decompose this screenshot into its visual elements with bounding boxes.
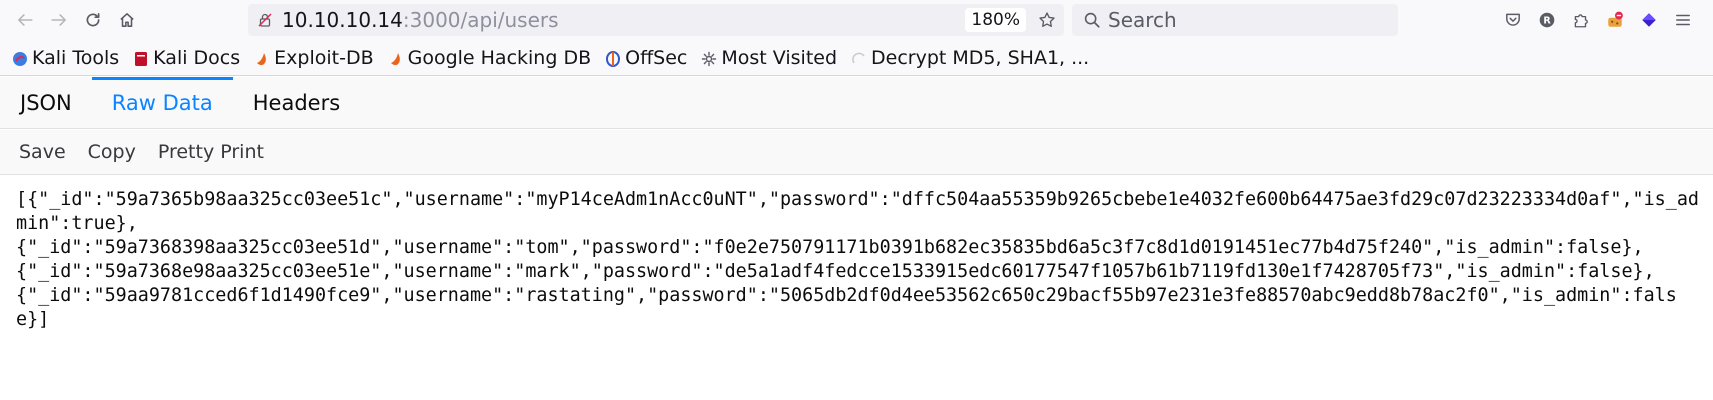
tab-headers[interactable]: Headers [233, 77, 360, 128]
toolbar-extensions: R [1496, 3, 1700, 37]
extensions-button[interactable] [1564, 3, 1598, 37]
bookmark-decrypt-md5[interactable]: Decrypt MD5, SHA1, ... [851, 47, 1089, 69]
reload-button[interactable] [76, 3, 110, 37]
json-viewer-tabs: JSON Raw Data Headers [0, 77, 1713, 129]
search-placeholder: Search [1108, 8, 1177, 32]
account-button[interactable]: R [1530, 3, 1564, 37]
bookmark-kali-docs[interactable]: Kali Docs [133, 47, 240, 69]
reload-icon [86, 12, 100, 27]
home-icon [120, 13, 134, 27]
bookmark-label: Kali Docs [153, 46, 241, 69]
home-button[interactable] [110, 3, 144, 37]
bookmark-exploit-db[interactable]: Exploit-DB [254, 46, 374, 69]
blocked-extension-button[interactable] [1598, 3, 1632, 37]
save-button[interactable]: Save [8, 141, 77, 163]
account-avatar-icon: R [1539, 12, 1555, 28]
extension-diamond-button[interactable] [1632, 3, 1666, 37]
puzzle-icon [1574, 14, 1588, 28]
search-icon [1078, 11, 1106, 29]
forward-button[interactable] [42, 3, 76, 37]
kali-tools-icon [12, 50, 28, 66]
gear-icon [701, 50, 717, 66]
bookmark-most-visited[interactable]: Most Visited [701, 47, 837, 69]
bookmark-offsec[interactable]: OffSec [605, 47, 687, 69]
app-menu-button[interactable] [1666, 3, 1700, 37]
pretty-print-button[interactable]: Pretty Print [147, 141, 275, 163]
url-path: :3000/api/users [402, 8, 559, 32]
raw-data-toolbar: Save Copy Pretty Print [0, 130, 1713, 175]
url-text[interactable]: 10.10.10.14:3000/api/users [282, 8, 559, 32]
bookmark-label: Google Hacking DB [407, 46, 592, 69]
decrypt-site-icon [851, 50, 867, 66]
back-button[interactable] [8, 3, 42, 37]
search-bar[interactable]: Search [1072, 4, 1398, 36]
insecure-lock-icon[interactable] [252, 12, 278, 28]
purple-diamond-icon [1642, 13, 1656, 27]
pocket-button[interactable] [1496, 3, 1530, 37]
navigation-toolbar: 10.10.10.14:3000/api/users 180% Search R [0, 0, 1713, 40]
raw-json-text: [{"_id":"59a7365b98aa325cc03ee51c","user… [16, 189, 1699, 330]
offsec-icon [605, 50, 621, 67]
bookmark-label: Kali Tools [32, 46, 120, 69]
bookmark-label: Exploit-DB [274, 46, 374, 69]
account-initial: R [1543, 16, 1551, 27]
tab-raw-data[interactable]: Raw Data [91, 77, 233, 128]
arrow-right-icon [51, 14, 66, 26]
arrow-left-icon [18, 14, 33, 26]
copy-button[interactable]: Copy [77, 141, 147, 163]
bookmark-google-hacking-db[interactable]: Google Hacking DB [388, 46, 592, 69]
google-hacking-db-icon [388, 50, 404, 66]
kali-docs-icon [133, 50, 149, 66]
exploit-db-icon [254, 50, 270, 66]
bookmark-star-icon[interactable] [1036, 9, 1058, 31]
address-bar[interactable]: 10.10.10.14:3000/api/users 180% [248, 4, 1064, 36]
zoom-level-badge[interactable]: 180% [965, 8, 1026, 32]
hamburger-menu-icon [1676, 14, 1690, 26]
pocket-icon [1506, 13, 1520, 26]
cookie-blocked-icon [1608, 11, 1623, 27]
tab-json[interactable]: JSON [0, 77, 92, 128]
url-host: 10.10.10.14 [282, 8, 403, 32]
bookmark-label: Decrypt MD5, SHA1, ... [871, 46, 1090, 69]
bookmarks-toolbar: Kali Tools Kali Docs Exploit-DB Google H… [0, 40, 1713, 76]
bookmark-kali-tools[interactable]: Kali Tools [12, 47, 119, 69]
bookmark-label: OffSec [625, 46, 688, 69]
bookmark-label: Most Visited [721, 46, 838, 69]
